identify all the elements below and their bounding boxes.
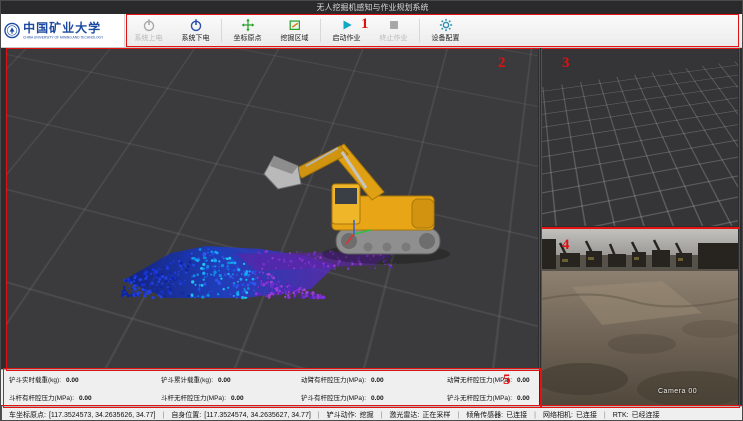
play-icon: [340, 18, 354, 32]
excavator-scene: [6, 48, 538, 369]
metric-bucket-total-load: 铲斗累计载重(kg):0.00: [161, 374, 301, 384]
status-vehicle-origin: 车坐标原点:[117.3524573, 34.2635626, 34.77]: [9, 410, 171, 420]
toolbar-separator: [320, 19, 321, 42]
power-on-icon: [142, 18, 156, 32]
metric-bucket-rod-pressure: 铲斗有杆腔压力(MPa):0.00: [301, 392, 447, 402]
university-seal-icon: [4, 17, 20, 44]
system-power-on-button[interactable]: 系统上电: [125, 14, 172, 47]
excavation-area-label: 挖掘区域: [281, 33, 309, 43]
coordinate-origin-button[interactable]: 坐标原点: [224, 14, 271, 47]
coordinate-origin-label: 坐标原点: [234, 33, 262, 43]
metric-arm-rodless-pressure: 斗杆无杆腔压力(MPa):0.00: [161, 392, 301, 402]
status-lidar: 激光雷达:正在采样: [389, 410, 466, 420]
system-power-off-button[interactable]: 系统下电: [172, 14, 219, 47]
power-off-icon: [189, 18, 203, 32]
logo-name-cn: 中国矿业大学: [23, 22, 121, 35]
main-3d-viewport[interactable]: [6, 48, 538, 369]
window-title: 无人挖掘机感知与作业规划系统: [317, 2, 429, 13]
status-rtk: RTK:已经连接: [613, 410, 660, 420]
metric-bucket-realtime-load: 铲斗实时载重(kg):0.00: [9, 374, 161, 384]
status-bucket-action: 铲斗动作:挖掘: [327, 410, 390, 420]
university-logo: 中国矿业大学 CHINA UNIVERSITY OF MINING AND TE…: [1, 14, 125, 47]
status-self-position: 自身位置:[117.3524574, 34.2635627, 34.77]: [171, 410, 326, 420]
metric-boom-rod-pressure: 动臂有杆腔压力(MPa):0.00: [301, 374, 447, 384]
logo-name-en: CHINA UNIVERSITY OF MINING AND TECHNOLOG…: [23, 35, 103, 39]
camera-label: Camera 00: [658, 388, 697, 395]
system-power-off-label: 系统下电: [182, 33, 210, 43]
gear-icon: [439, 18, 453, 32]
excavation-area-icon: [288, 18, 302, 32]
device-config-label: 设备配置: [432, 33, 460, 43]
secondary-grid: [542, 56, 738, 226]
device-config-button[interactable]: 设备配置: [422, 14, 469, 47]
metric-bucket-rodless-pressure: 铲斗无杆腔压力(MPa):0.00: [447, 392, 539, 402]
metrics-panel: 铲斗实时载重(kg):0.00 铲斗累计载重(kg):0.00 动臂有杆腔压力(…: [1, 369, 539, 406]
metric-arm-rod-pressure: 斗杆有杆腔压力(MPa):0.00: [9, 392, 161, 402]
toolbar-separator: [221, 19, 222, 42]
toolbar: 中国矿业大学 CHINA UNIVERSITY OF MINING AND TE…: [1, 14, 743, 48]
status-tilt-sensor: 倾角传感器:已连接: [466, 410, 543, 420]
logo-text: 中国矿业大学 CHINA UNIVERSITY OF MINING AND TE…: [23, 22, 121, 40]
toolbar-separator: [419, 19, 420, 42]
excavation-area-button[interactable]: 挖掘区域: [271, 14, 318, 47]
app-window: 无人挖掘机感知与作业规划系统 中国矿业大学 CHINA UNIVERSITY O…: [0, 0, 743, 421]
metric-boom-rodless-pressure: 动臂无杆腔压力(MPa):0.00: [447, 374, 539, 384]
camera-frame: [542, 229, 738, 406]
status-bar: 车坐标原点:[117.3524573, 34.2635626, 34.77] 自…: [1, 406, 743, 421]
origin-crosshair-icon: [241, 18, 255, 32]
stop-icon: [387, 18, 401, 32]
start-operation-label: 启动作业: [333, 33, 361, 43]
camera-view: Camera 00: [542, 229, 738, 406]
stop-operation-label: 终止作业: [380, 33, 408, 43]
start-operation-button[interactable]: 启动作业: [323, 14, 370, 47]
excavator-model: [264, 144, 450, 264]
system-power-on-label: 系统上电: [135, 33, 163, 43]
title-bar: 无人挖掘机感知与作业规划系统: [1, 1, 743, 14]
status-network-camera: 网络相机:已连接: [543, 410, 613, 420]
stop-operation-button[interactable]: 终止作业: [370, 14, 417, 47]
secondary-3d-viewport[interactable]: [542, 48, 738, 226]
